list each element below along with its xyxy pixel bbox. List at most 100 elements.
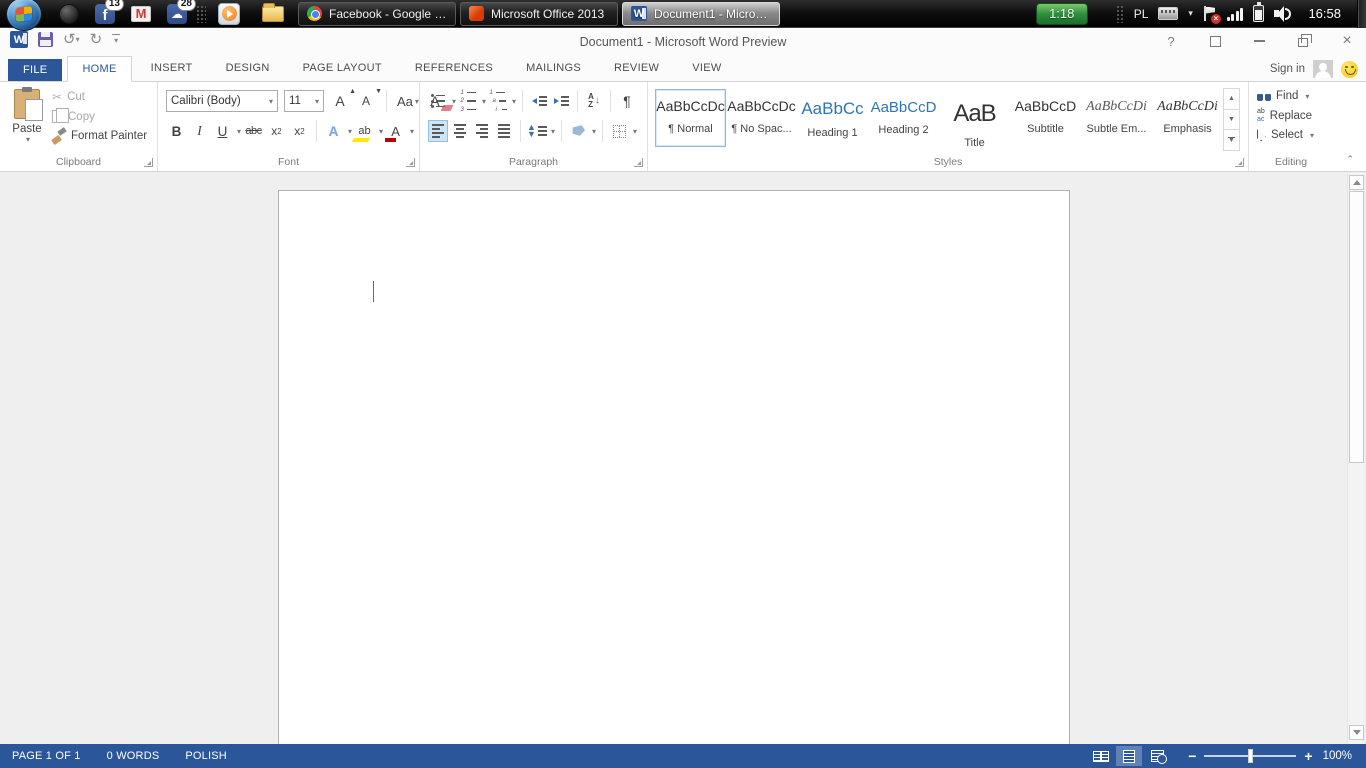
taskbar-button-word[interactable]: W Document1 - Micros... <box>622 2 780 26</box>
select-dropdown-icon[interactable]: ▾ <box>1310 131 1314 140</box>
font-size-combo[interactable]: 11▾ <box>284 90 324 112</box>
paragraph-dialog-launcher[interactable] <box>634 158 643 167</box>
zoom-slider[interactable] <box>1204 755 1296 757</box>
shading-button[interactable] <box>568 120 588 142</box>
align-right-button[interactable] <box>472 120 492 142</box>
paste-dropdown-icon[interactable]: ▾ <box>26 135 30 144</box>
highlight-dropdown-icon[interactable]: ▾ <box>379 127 383 136</box>
tab-file[interactable]: FILE <box>8 59 62 81</box>
zoom-slider-handle[interactable] <box>1248 749 1253 763</box>
avatar[interactable] <box>1313 60 1333 78</box>
multilevel-list-button[interactable]: 1ai <box>488 90 508 112</box>
show-desktop-button[interactable] <box>1357 0 1366 28</box>
volume-icon[interactable] <box>1274 6 1292 22</box>
underline-dropdown-icon[interactable]: ▾ <box>237 127 241 136</box>
line-spacing-button[interactable]: ▲▼ <box>527 120 547 142</box>
style-normal[interactable]: AaBbCcDc ¶ Normal <box>655 89 726 147</box>
taskbar-button-chrome[interactable]: Facebook - Google C... <box>298 2 456 26</box>
network-icon[interactable] <box>1227 7 1244 21</box>
align-left-button[interactable] <box>428 120 448 142</box>
text-effects-dropdown-icon[interactable]: ▾ <box>348 127 352 136</box>
zoom-out-button[interactable]: − <box>1188 748 1196 764</box>
line-spacing-dropdown-icon[interactable]: ▾ <box>551 127 555 136</box>
shrink-font-button[interactable]: A▼ <box>356 90 376 112</box>
font-color-dropdown-icon[interactable]: ▾ <box>410 127 414 136</box>
print-layout-button[interactable] <box>1116 746 1142 766</box>
grow-font-button[interactable]: A▲ <box>330 90 350 112</box>
tab-page-layout[interactable]: PAGE LAYOUT <box>289 55 396 81</box>
style-subtitle[interactable]: AaBbCcD Subtitle <box>1010 89 1081 147</box>
styles-scroll-up-button[interactable]: ▲ <box>1223 88 1240 110</box>
font-name-combo[interactable]: Calibri (Body)▾ <box>166 90 278 112</box>
format-painter-button[interactable]: Format Painter <box>52 129 147 143</box>
font-size-dropdown-icon[interactable]: ▾ <box>315 97 319 106</box>
decrease-indent-button[interactable] <box>529 90 549 112</box>
bullets-dropdown-icon[interactable]: ▾ <box>452 97 456 106</box>
font-dialog-launcher[interactable] <box>406 158 415 167</box>
underline-button[interactable]: U <box>212 120 233 142</box>
tab-home[interactable]: HOME <box>67 56 131 82</box>
shading-dropdown-icon[interactable]: ▾ <box>592 127 596 136</box>
style-heading-1[interactable]: AaBbCc Heading 1 <box>797 89 868 147</box>
pinned-app-explorer[interactable] <box>262 3 284 25</box>
clipboard-dialog-launcher[interactable] <box>144 158 153 167</box>
tab-insert[interactable]: INSERT <box>137 55 207 81</box>
close-button[interactable]: × <box>1336 32 1358 50</box>
document-page[interactable] <box>278 190 1070 744</box>
tab-design[interactable]: DESIGN <box>212 55 284 81</box>
style-subtle-emphasis[interactable]: AaBbCcDi Subtle Em... <box>1081 89 1152 147</box>
find-dropdown-icon[interactable]: ▾ <box>1305 92 1309 101</box>
style-emphasis[interactable]: AaBbCcDi Emphasis <box>1152 89 1223 147</box>
show-hide-paragraph-button[interactable]: ¶ <box>617 90 637 112</box>
language-indicator-status[interactable]: POLISH <box>185 750 227 762</box>
style-title[interactable]: AaB Title <box>939 89 1010 147</box>
borders-button[interactable] <box>609 120 629 142</box>
justify-button[interactable] <box>494 120 514 142</box>
language-indicator[interactable]: PL <box>1134 7 1149 21</box>
font-color-button[interactable]: A <box>385 120 406 142</box>
increase-indent-button[interactable] <box>551 90 571 112</box>
bold-button[interactable]: B <box>166 120 187 142</box>
strikethrough-button[interactable]: abc <box>243 120 264 142</box>
sort-button[interactable]: AZ ↓ <box>584 90 604 112</box>
style-no-spacing[interactable]: AaBbCcDc ¶ No Spac... <box>726 89 797 147</box>
italic-button[interactable]: I <box>189 120 210 142</box>
find-button[interactable]: Find ▾ <box>1257 90 1314 102</box>
borders-dropdown-icon[interactable]: ▾ <box>633 127 637 136</box>
tray-chevron-icon[interactable]: ▾ <box>1188 8 1193 19</box>
change-case-button[interactable]: Aa▾ <box>397 90 419 112</box>
superscript-button[interactable]: x2 <box>289 120 310 142</box>
cut-button[interactable]: ✂ Cut <box>52 90 147 104</box>
restore-button[interactable] <box>1292 32 1314 50</box>
multilevel-dropdown-icon[interactable]: ▾ <box>512 97 516 106</box>
clock[interactable]: 16:58 <box>1308 6 1341 21</box>
paste-button[interactable]: Paste ▾ <box>6 89 48 153</box>
web-layout-button[interactable] <box>1144 746 1170 766</box>
bullets-button[interactable] <box>428 90 448 112</box>
pinned-app-gmail[interactable]: M <box>130 3 152 25</box>
numbering-dropdown-icon[interactable]: ▾ <box>482 97 486 106</box>
pinned-app-facebook[interactable]: f 13 <box>94 3 116 25</box>
align-center-button[interactable] <box>450 120 470 142</box>
battery-icon[interactable] <box>1253 5 1264 22</box>
select-button[interactable]: Select ▾ <box>1257 129 1314 141</box>
zoom-percentage[interactable]: 100% <box>1323 750 1352 762</box>
pinned-app-media-player[interactable] <box>218 3 240 25</box>
styles-dialog-launcher[interactable] <box>1235 158 1244 167</box>
zoom-in-button[interactable]: + <box>1304 748 1312 764</box>
pinned-app-bird[interactable] <box>58 3 80 25</box>
scroll-down-button[interactable] <box>1349 725 1364 740</box>
read-mode-button[interactable] <box>1088 746 1114 766</box>
help-button[interactable]: ? <box>1160 32 1182 50</box>
sign-in-link[interactable]: Sign in <box>1270 63 1305 75</box>
feedback-smiley-icon[interactable] <box>1341 61 1358 78</box>
tab-references[interactable]: REFERENCES <box>401 55 507 81</box>
action-center-icon[interactable]: × <box>1203 6 1217 22</box>
fullscreen-button[interactable] <box>1204 32 1226 50</box>
tab-mailings[interactable]: MAILINGS <box>512 55 595 81</box>
subscript-button[interactable]: x2 <box>266 120 287 142</box>
taskbar-button-office[interactable]: Microsoft Office 2013 <box>460 2 618 26</box>
page-count-indicator[interactable]: PAGE 1 OF 1 <box>12 750 81 762</box>
styles-scroll-down-button[interactable]: ▼ <box>1223 109 1240 131</box>
font-name-dropdown-icon[interactable]: ▾ <box>269 97 273 106</box>
